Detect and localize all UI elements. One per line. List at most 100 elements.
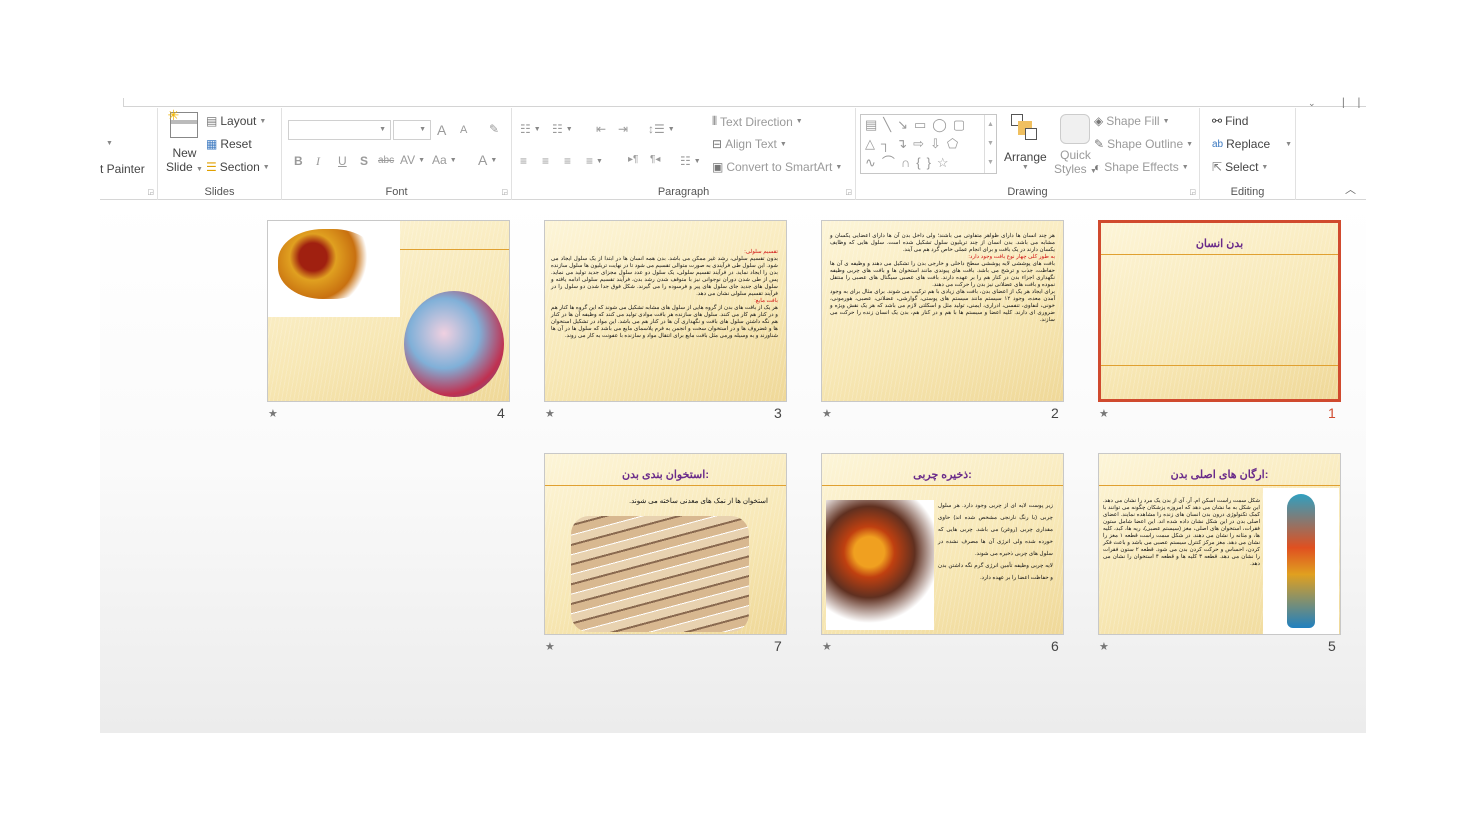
font-color-button[interactable]: A ▼ [478, 152, 497, 168]
replace-button[interactable]: ab Replace ▼ [1212, 137, 1292, 151]
shape-effects-icon: ◐ [1094, 160, 1102, 174]
transition-star-icon[interactable]: ★ [545, 640, 555, 653]
shadow-button[interactable]: S [360, 154, 368, 168]
slide-thumbnail-7[interactable]: استخوان بندی بدن: استخوان ها از نمک های م… [544, 453, 787, 635]
align-text-button[interactable]: ⊟ Align Text ▼ [712, 137, 787, 151]
paste-dropdown-icon[interactable]: ▼ [106, 140, 113, 147]
convert-smartart-button[interactable]: ▣ Convert to SmartArt ▼ [712, 160, 842, 174]
slide-number: 6 [1051, 638, 1059, 654]
new-slide-label-2: Slide ▼ [166, 160, 203, 174]
rtl-button[interactable]: ¶◂ [650, 154, 660, 165]
paragraph-launcher-icon[interactable]: ◲ [845, 188, 852, 196]
align-left-button[interactable]: ≡ [520, 154, 527, 168]
title-divider [545, 485, 786, 486]
columns-button[interactable]: ☷ ▼ [680, 154, 701, 168]
arrange-button[interactable]: Arrange ▼ [1004, 114, 1047, 171]
bullets-button[interactable]: ☷ ▼ [520, 122, 541, 136]
select-button[interactable]: ⇱ Select ▼ [1212, 160, 1268, 174]
slide-body: استخوان ها از نمک های معدنی ساخته می شون… [565, 498, 768, 505]
gallery-scroll[interactable]: ▲ ▼ ▼ [984, 115, 996, 173]
grow-font-button[interactable]: A [437, 122, 446, 138]
align-right-button[interactable]: ≡ [564, 154, 571, 168]
bold-button[interactable]: B [294, 154, 303, 168]
reset-button[interactable]: ▦ Reset [206, 137, 252, 151]
strikethrough-button[interactable]: abc [378, 155, 394, 166]
shapes-gallery[interactable]: ▤╲↘▭◯▢ △┐↴⇨⇩⬠ ∿⌒∩{}☆ [860, 114, 997, 174]
slide-thumbnail-4[interactable] [267, 220, 510, 402]
slide-title: ذخیره چربی: [913, 469, 972, 481]
collapse-ribbon-icon[interactable]: ︿ [1345, 181, 1356, 197]
new-slide-icon: ✳ [167, 107, 199, 138]
editing-group-label: Editing [1230, 186, 1265, 198]
italic-button[interactable]: I [316, 154, 320, 169]
transition-star-icon[interactable]: ★ [822, 407, 832, 420]
window-top-border [123, 98, 1366, 107]
layout-button[interactable]: ▤ Layout ▼ [206, 114, 266, 128]
slide-thumbnail-2[interactable]: هر چند انسان ها دارای ظواهر متفاوتی می ب… [821, 220, 1064, 402]
ltr-button[interactable]: ▸¶ [628, 154, 638, 165]
increase-indent-button[interactable]: ⇥ [618, 122, 628, 136]
cursor-icon: ⇱ [1212, 160, 1223, 174]
replace-icon: ab [1212, 138, 1224, 150]
font-group-label: Font [385, 186, 408, 198]
slide-thumbnail-5[interactable]: ارگان های اصلی بدن: شکل سمت راست اسکن ام.… [1098, 453, 1341, 635]
slide-thumbnail-3[interactable]: تقسیم سلولی: بدون تقسیم سلولی، رشد غیر مم… [544, 220, 787, 402]
reset-icon: ▦ [206, 137, 218, 151]
justify-button[interactable]: ≡ ▼ [586, 154, 603, 168]
shape-effects-button[interactable]: ◐ Shape Effects ▼ [1094, 160, 1189, 174]
text-direction-button[interactable]: ⫴ Text Direction ▼ [712, 114, 803, 129]
slide-bullet: هر چند انسان ها دارای ظواهر متفاوتی می ب… [830, 233, 1055, 253]
transition-star-icon[interactable]: ★ [1099, 407, 1109, 420]
paragraph-group: ☷ ▼ ☷ ▼ ⇤ ⇥ ↕☰ ▼ ≡ ≡ ≡ ≡ ▼ ▸¶ ¶◂ ☷ ▼ ⫴ Text Di… [512, 108, 856, 200]
line-spacing-button[interactable]: ↕☰ ▼ [648, 122, 675, 136]
text-direction-icon: ⫴ [712, 114, 718, 128]
slide-thumbnail-1[interactable]: بدن انسان [1098, 220, 1341, 402]
slide-sorter: بدن انسان 1 ★ هر چند انسان ها دارای ظواهر م… [100, 201, 1366, 733]
title-divider [1099, 485, 1340, 486]
slide-bullet: استخوان ها از نمک های معدنی ساخته می شون… [629, 498, 768, 505]
body-scan-image [1263, 488, 1339, 634]
numbering-button[interactable]: ☷ ▼ [552, 122, 573, 136]
transition-star-icon[interactable]: ★ [1099, 640, 1109, 653]
clipboard-launcher-icon[interactable]: ◲ [147, 188, 154, 196]
shrink-font-button[interactable]: A [460, 124, 467, 136]
transition-star-icon[interactable]: ★ [822, 640, 832, 653]
drawing-launcher-icon[interactable]: ◲ [1189, 188, 1196, 196]
new-slide-label: New [172, 146, 197, 160]
smartart-icon: ▣ [712, 160, 724, 174]
slide-thumbnail-6[interactable]: ذخیره چربی: زیر پوست لایه ای از چربی وجود… [821, 453, 1064, 635]
new-slide-button[interactable]: ✳ New Slide ▼ [166, 107, 203, 174]
font-launcher-icon[interactable]: ◲ [501, 188, 508, 196]
slide-body: زیر پوست لایه ای از چربی وجود دارد. هر س… [938, 500, 1053, 584]
font-name-select[interactable]: ▼ [288, 120, 391, 140]
slide-bullet: لایه چربی وظیفه تأمین انرژی گرم نگه داشت… [938, 563, 1053, 581]
change-case-button[interactable]: Aa ▼ [432, 153, 457, 167]
font-group: ▼ ▼ A A ✎ B I U S abc AV ▼ Aa ▼ A ▼ Font ◲ [282, 108, 512, 200]
shape-outline-button[interactable]: ✎ Shape Outline ▼ [1094, 137, 1193, 151]
transition-star-icon[interactable]: ★ [268, 407, 278, 420]
section-button[interactable]: ☰ Section ▼ [206, 160, 270, 174]
shape-fill-button[interactable]: ◈ Shape Fill ▼ [1094, 114, 1170, 128]
transition-star-icon[interactable]: ★ [545, 407, 555, 420]
clear-formatting-icon[interactable]: ✎ [489, 122, 499, 136]
align-center-button[interactable]: ≡ [542, 154, 549, 168]
cancer-cell-image [268, 221, 400, 317]
drawing-group-label: Drawing [1007, 186, 1048, 198]
slide-number: 5 [1328, 638, 1336, 654]
quick-styles-button[interactable]: Quick Styles ▼ [1054, 114, 1097, 176]
section-icon: ☰ [206, 160, 217, 174]
slide-body: تقسیم سلولی: بدون تقسیم سلولی، رشد غیر مم… [551, 249, 778, 340]
underline-button[interactable]: U [338, 154, 347, 168]
slide-number: 4 [497, 405, 505, 421]
slide-bullet: بافت های پوششی لایه پوششی سطح داخلی و خا… [830, 261, 1055, 288]
title-divider [822, 485, 1063, 486]
decrease-indent-button[interactable]: ⇤ [596, 122, 606, 136]
format-painter-button[interactable]: t Painter [100, 162, 145, 176]
find-button[interactable]: ⚯ Find [1212, 114, 1248, 128]
quick-styles-icon [1060, 114, 1091, 144]
font-size-select[interactable]: ▼ [393, 120, 431, 140]
character-spacing-button[interactable]: AV ▼ [400, 153, 425, 167]
drawing-group: ▤╲↘▭◯▢ △┐↴⇨⇩⬠ ∿⌒∩{}☆ ▲ ▼ ▼ Arrange ▼ Quick St… [856, 108, 1200, 200]
slide-bullet: شکل سمت راست اسکن ام. آر. آی از بدن یک م… [1103, 498, 1260, 567]
slide-body: شکل سمت راست اسکن ام. آر. آی از بدن یک م… [1103, 498, 1260, 568]
